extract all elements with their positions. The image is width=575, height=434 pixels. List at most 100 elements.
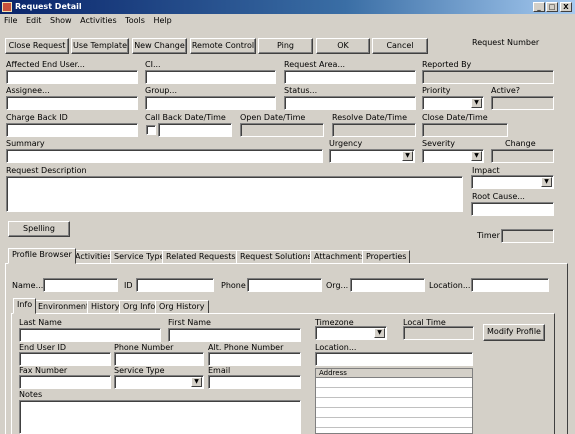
subtab-environment[interactable]: Environment: [34, 300, 94, 314]
timer-field: [501, 229, 554, 243]
group-field[interactable]: [145, 96, 276, 110]
modify-profile-button[interactable]: Modify Profile: [483, 324, 545, 341]
call-back-checkbox[interactable]: [146, 125, 156, 135]
status-field[interactable]: [284, 96, 416, 110]
id-field[interactable]: [136, 278, 214, 292]
affected-end-user-label[interactable]: Affected End User...: [6, 60, 85, 70]
address-row[interactable]: [316, 398, 472, 408]
subtab-info[interactable]: Info: [13, 298, 37, 314]
close-datetime-field: [422, 123, 508, 137]
affected-end-user-field[interactable]: [6, 70, 138, 84]
menu-show[interactable]: Show: [50, 14, 72, 28]
first-name-field[interactable]: [168, 328, 301, 342]
subtab-history[interactable]: History: [87, 300, 124, 314]
phone-number-field[interactable]: [114, 352, 204, 366]
group-label[interactable]: Group...: [145, 86, 177, 96]
chevron-down-icon[interactable]: ▼: [471, 151, 482, 161]
first-name-label: First Name: [168, 318, 211, 327]
window-title: Request Detail: [0, 0, 575, 14]
resolve-datetime-field: [332, 123, 416, 137]
chevron-down-icon[interactable]: ▼: [471, 98, 482, 108]
priority-label: Priority: [422, 86, 451, 95]
chevron-down-icon[interactable]: ▼: [402, 151, 413, 161]
location-search-label[interactable]: Location...: [429, 281, 470, 291]
tab-activities[interactable]: Activities: [71, 250, 116, 264]
chevron-down-icon[interactable]: ▼: [541, 177, 552, 187]
address-grid[interactable]: Address: [315, 368, 473, 434]
subtab-org-history[interactable]: Org History: [155, 300, 209, 314]
ping-button[interactable]: Ping: [258, 38, 313, 54]
close-request-button[interactable]: Close Request: [5, 38, 69, 54]
menu-help[interactable]: Help: [153, 14, 171, 28]
priority-dropdown[interactable]: ▼: [422, 96, 484, 110]
active-field: [491, 96, 554, 110]
timezone-dropdown[interactable]: ▼: [315, 326, 387, 340]
address-row[interactable]: [316, 418, 472, 428]
tab-request-solutions[interactable]: Request Solutions: [236, 250, 316, 264]
tab-profile-browser[interactable]: Profile Browser: [8, 248, 76, 264]
spelling-button[interactable]: Spelling: [8, 221, 70, 237]
new-change-button[interactable]: New Change: [132, 38, 187, 54]
chevron-down-icon[interactable]: ▼: [374, 328, 385, 338]
menu-tools[interactable]: Tools: [125, 14, 145, 28]
summary-field[interactable]: [6, 149, 323, 163]
notes-field[interactable]: [19, 400, 301, 434]
charge-back-id-field[interactable]: [6, 123, 138, 137]
local-time-field: [403, 326, 474, 340]
subtab-org-info[interactable]: Org Info: [119, 300, 160, 314]
tab-related-requests[interactable]: Related Requests: [162, 250, 240, 264]
assignee-field[interactable]: [6, 96, 138, 110]
location-field[interactable]: [315, 352, 473, 366]
ci-label[interactable]: CI...: [145, 60, 161, 70]
tab-attachments[interactable]: Attachments: [310, 250, 370, 264]
name-label[interactable]: Name...: [12, 281, 43, 291]
open-datetime-field: [240, 123, 324, 137]
menu-edit[interactable]: Edit: [26, 14, 42, 28]
close-datetime-label: Close Date/Time: [422, 113, 488, 122]
status-label[interactable]: Status...: [284, 86, 317, 96]
tab-properties[interactable]: Properties: [362, 250, 411, 264]
remote-control-button[interactable]: Remote Control: [190, 38, 256, 54]
impact-dropdown[interactable]: ▼: [471, 175, 554, 189]
name-field[interactable]: [43, 278, 118, 292]
address-row[interactable]: [316, 408, 472, 418]
org-field[interactable]: [350, 278, 425, 292]
cancel-button[interactable]: Cancel: [372, 38, 428, 54]
chevron-down-icon[interactable]: ▼: [191, 377, 202, 387]
close-window-button[interactable]: X: [560, 2, 572, 12]
request-area-field[interactable]: [284, 70, 416, 84]
ok-button[interactable]: OK: [316, 38, 370, 54]
timer-label: Timer: [477, 231, 500, 240]
org-label[interactable]: Org...: [326, 281, 348, 291]
address-row[interactable]: [316, 388, 472, 398]
location-search-field[interactable]: [471, 278, 549, 292]
summary-label: Summary: [6, 139, 45, 148]
fax-number-field[interactable]: [19, 375, 111, 389]
last-name-field[interactable]: [19, 328, 161, 342]
service-type-dropdown[interactable]: ▼: [114, 375, 204, 389]
end-user-id-field[interactable]: [19, 352, 111, 366]
phone-field[interactable]: [247, 278, 322, 292]
request-area-label[interactable]: Request Area...: [284, 60, 345, 70]
menu-activities[interactable]: Activities: [80, 14, 117, 28]
menu-file[interactable]: File: [4, 14, 17, 28]
email-field[interactable]: [208, 375, 301, 389]
ci-field[interactable]: [145, 70, 276, 84]
address-row[interactable]: [316, 378, 472, 388]
alt-phone-number-field[interactable]: [208, 352, 301, 366]
root-cause-label[interactable]: Root Cause...: [472, 192, 525, 202]
call-back-datetime-field[interactable]: [158, 123, 232, 137]
assignee-label[interactable]: Assignee...: [6, 86, 50, 96]
urgency-dropdown[interactable]: ▼: [329, 149, 415, 163]
request-description-field[interactable]: [6, 176, 463, 212]
open-datetime-label: Open Date/Time: [240, 113, 306, 122]
tab-service-type[interactable]: Service Type: [110, 250, 169, 264]
last-name-label: Last Name: [19, 318, 62, 327]
root-cause-field[interactable]: [471, 202, 554, 216]
active-label: Active?: [491, 86, 520, 95]
maximize-button[interactable]: □: [546, 2, 558, 12]
minimize-button[interactable]: _: [533, 2, 545, 12]
severity-dropdown[interactable]: ▼: [422, 149, 484, 163]
resolve-datetime-label: Resolve Date/Time: [332, 113, 407, 122]
use-template-button[interactable]: Use Template: [71, 38, 129, 54]
